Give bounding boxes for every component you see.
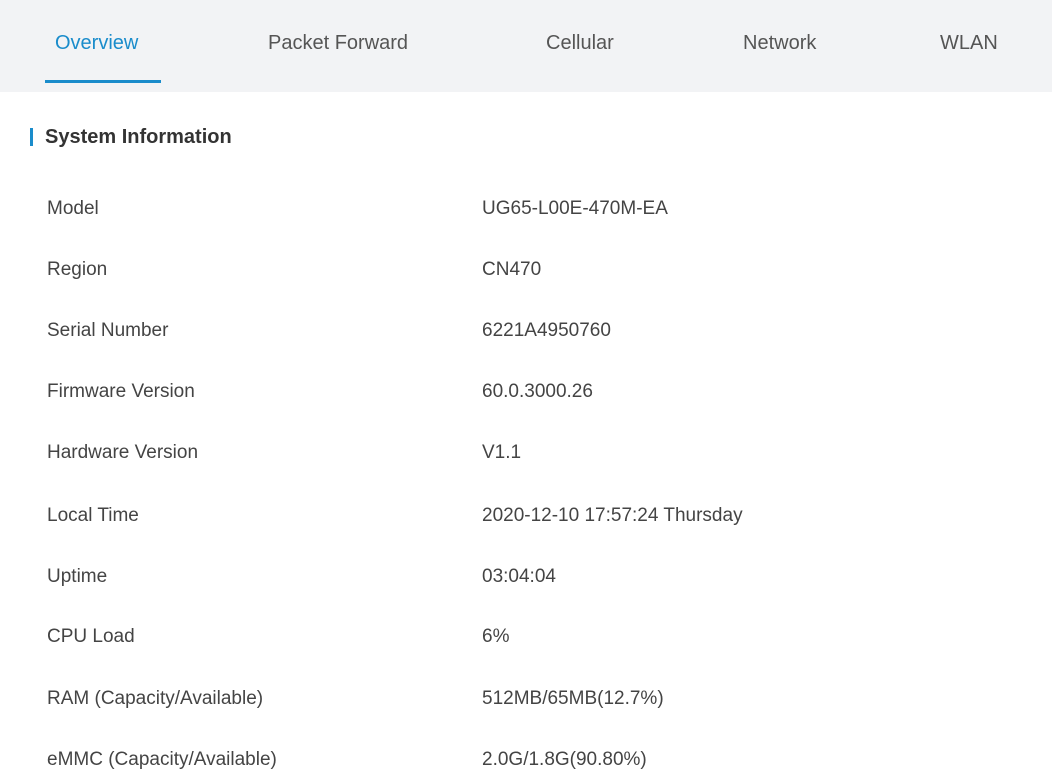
tab-network[interactable]: Network bbox=[743, 32, 816, 55]
tab-packet-forward[interactable]: Packet Forward bbox=[268, 32, 408, 55]
info-label: RAM (Capacity/Available) bbox=[47, 688, 264, 709]
info-label: Hardware Version bbox=[47, 442, 199, 463]
info-label: Uptime bbox=[47, 566, 108, 587]
info-label: Local Time bbox=[47, 505, 139, 526]
info-label: Serial Number bbox=[47, 320, 169, 341]
section-title: System Information bbox=[45, 125, 232, 148]
tab-overview[interactable]: Overview bbox=[55, 32, 138, 55]
info-row-hardware-version: Hardware Version V1.1 bbox=[0, 442, 1052, 472]
info-value: 6221A4950760 bbox=[482, 320, 611, 341]
section-header: System Information bbox=[30, 125, 232, 149]
info-value: 2020-12-10 17:57:24 Thursday bbox=[482, 505, 743, 526]
tab-cellular[interactable]: Cellular bbox=[546, 32, 614, 55]
tab-wlan[interactable]: WLAN bbox=[940, 32, 998, 55]
info-row-cpu-load: CPU Load 6% bbox=[0, 626, 1052, 656]
info-value: CN470 bbox=[482, 259, 542, 280]
info-value: 512MB/65MB(12.7%) bbox=[482, 688, 664, 709]
tab-bar: Overview Packet Forward Cellular Network… bbox=[0, 0, 1052, 92]
info-row-serial-number: Serial Number 6221A4950760 bbox=[0, 320, 1052, 350]
section-accent-bar bbox=[30, 128, 33, 146]
info-row-firmware-version: Firmware Version 60.0.3000.26 bbox=[0, 381, 1052, 411]
info-value: UG65-L00E-470M-EA bbox=[482, 198, 668, 219]
info-label: Region bbox=[47, 259, 108, 280]
info-row-uptime: Uptime 03:04:04 bbox=[0, 566, 1052, 596]
info-row-ram: RAM (Capacity/Available) 512MB/65MB(12.7… bbox=[0, 688, 1052, 718]
info-value: 60.0.3000.26 bbox=[482, 381, 593, 402]
info-row-local-time: Local Time 2020-12-10 17:57:24 Thursday bbox=[0, 505, 1052, 535]
info-row-model: Model UG65-L00E-470M-EA bbox=[0, 198, 1052, 228]
info-value: 03:04:04 bbox=[482, 566, 556, 587]
info-value: 6% bbox=[482, 626, 510, 647]
active-tab-indicator bbox=[45, 80, 161, 83]
info-row-region: Region CN470 bbox=[0, 259, 1052, 289]
info-label: Model bbox=[47, 198, 99, 219]
info-value: 2.0G/1.8G(90.80%) bbox=[482, 749, 647, 770]
info-label: eMMC (Capacity/Available) bbox=[47, 749, 277, 770]
info-label: Firmware Version bbox=[47, 381, 195, 402]
info-label: CPU Load bbox=[47, 626, 135, 647]
info-value: V1.1 bbox=[482, 442, 522, 463]
info-row-emmc: eMMC (Capacity/Available) 2.0G/1.8G(90.8… bbox=[0, 749, 1052, 779]
